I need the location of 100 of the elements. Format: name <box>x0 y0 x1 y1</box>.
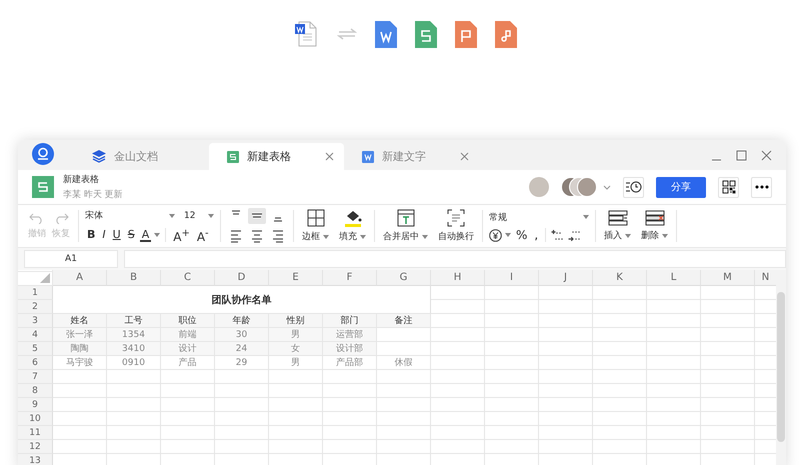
caret-icon[interactable] <box>208 214 214 218</box>
scrollbar[interactable] <box>776 270 786 465</box>
delete-button[interactable]: 删除 <box>641 229 659 242</box>
format-button[interactable]: A <box>140 228 152 242</box>
avatar-group[interactable] <box>561 177 597 197</box>
more-button[interactable] <box>751 176 772 198</box>
font-size-button[interactable]: A$^{+}$ <box>171 226 192 244</box>
row-header[interactable]: 1 <box>18 286 53 300</box>
caret-icon[interactable] <box>169 214 175 218</box>
document-tab[interactable]: 新建表格 <box>209 143 344 170</box>
writer-file-icon <box>375 20 397 48</box>
insert-button[interactable]: 插入 <box>604 229 622 242</box>
table-cell: 运营部 <box>323 328 377 342</box>
number-format-dropdown[interactable]: 常规 <box>489 210 589 224</box>
caret-icon[interactable] <box>625 234 631 238</box>
caret-icon[interactable] <box>505 233 511 237</box>
wrap-text-icon[interactable] <box>447 209 465 227</box>
table-cell: 设计部 <box>323 342 377 356</box>
row-header[interactable]: 4 <box>18 328 53 342</box>
table-header-cell: 部门 <box>323 314 377 328</box>
merge-center-button[interactable]: 合并居中 <box>383 230 419 243</box>
row-header[interactable]: 5 <box>18 342 53 356</box>
column-header[interactable]: B <box>107 270 161 286</box>
column-header[interactable]: K <box>593 270 647 286</box>
document-tab[interactable]: 金山文档 <box>74 143 209 170</box>
table-cell: 3410 <box>107 342 161 356</box>
table-header-cell: 性别 <box>269 314 323 328</box>
table-header-cell: 职位 <box>161 314 215 328</box>
spreadsheet-icon <box>227 150 239 162</box>
scrollbar-thumb[interactable] <box>777 292 785 442</box>
row-header[interactable]: 11 <box>18 426 53 440</box>
column-header[interactable]: E <box>269 270 323 286</box>
row-header[interactable]: 2 <box>18 300 53 314</box>
decrease-decimal-icon[interactable] <box>568 228 582 242</box>
caret-icon[interactable] <box>662 234 668 238</box>
align-icon[interactable] <box>248 208 266 224</box>
fill-button[interactable]: 填充 <box>339 230 357 243</box>
history-button[interactable] <box>623 176 644 198</box>
column-header[interactable]: L <box>647 270 701 286</box>
thousands-separator-button[interactable]: , <box>532 228 540 242</box>
wrap-text-button[interactable]: 自动换行 <box>438 230 474 243</box>
spreadsheet-file-icon <box>415 20 437 48</box>
share-button[interactable]: 分享 <box>656 176 706 198</box>
column-header[interactable]: J <box>539 270 593 286</box>
column-header[interactable]: D <box>215 270 269 286</box>
caret-icon[interactable] <box>422 234 428 238</box>
close-icon[interactable] <box>761 150 772 160</box>
column-header[interactable]: N <box>755 270 776 286</box>
row-header[interactable]: 9 <box>18 398 53 412</box>
format-button[interactable]: U <box>110 228 123 242</box>
delete-row-icon[interactable] <box>644 210 664 226</box>
column-header[interactable]: C <box>161 270 215 286</box>
border-icon[interactable] <box>306 209 324 227</box>
maximize-icon[interactable] <box>736 150 747 160</box>
tab-label: 新建文字 <box>382 149 427 164</box>
document-tab[interactable]: 新建文字 <box>344 143 479 170</box>
caret-icon[interactable] <box>323 234 329 238</box>
column-header[interactable]: H <box>431 270 485 286</box>
table-cell: 男 <box>269 328 323 342</box>
fill-bucket-icon[interactable] <box>342 209 362 227</box>
currency-icon[interactable] <box>489 228 502 242</box>
row-header[interactable]: 7 <box>18 370 53 384</box>
close-icon[interactable] <box>460 152 469 161</box>
caret-icon[interactable] <box>360 234 366 238</box>
table-header-cell: 备注 <box>377 314 431 328</box>
row-header[interactable]: 6 <box>18 356 53 370</box>
row-header[interactable]: 3 <box>18 314 53 328</box>
font-dropdown[interactable]: 宋体 <box>85 208 175 222</box>
insert-row-icon[interactable] <box>608 210 628 226</box>
formula-input[interactable] <box>124 250 786 268</box>
merge-cells-icon[interactable] <box>396 209 414 227</box>
format-button[interactable]: I <box>100 228 108 242</box>
table-cell: 1354 <box>107 328 161 342</box>
table-cell: 前端 <box>161 328 215 342</box>
column-header[interactable]: I <box>485 270 539 286</box>
font-size-dropdown[interactable]: 12 <box>184 208 214 222</box>
column-header[interactable]: F <box>323 270 377 286</box>
column-header[interactable]: M <box>701 270 755 286</box>
font-size-button[interactable]: A$^{-}$ <box>194 226 211 244</box>
qr-code-button[interactable] <box>718 176 739 198</box>
caret-icon[interactable] <box>154 233 160 237</box>
percent-button[interactable]: % <box>514 228 530 242</box>
border-button[interactable]: 边框 <box>302 230 320 243</box>
name-box[interactable]: A1 <box>24 250 118 268</box>
increase-decimal-icon[interactable] <box>551 228 566 242</box>
row-header[interactable]: 12 <box>18 440 53 454</box>
row-header[interactable]: 10 <box>18 412 53 426</box>
tab-label: 金山文档 <box>114 149 159 164</box>
row-header[interactable]: 13 <box>18 454 53 465</box>
account-icon[interactable] <box>32 143 54 165</box>
column-header[interactable]: A <box>53 270 107 286</box>
qr-code-icon <box>722 180 736 194</box>
caret-icon[interactable] <box>603 184 611 190</box>
caret-icon[interactable] <box>583 215 589 219</box>
format-button[interactable]: B <box>85 228 98 242</box>
row-header[interactable]: 8 <box>18 384 53 398</box>
column-header[interactable]: G <box>377 270 431 286</box>
table-cell: 女 <box>269 342 323 356</box>
format-button[interactable]: S <box>126 228 137 242</box>
close-icon[interactable] <box>325 152 334 161</box>
